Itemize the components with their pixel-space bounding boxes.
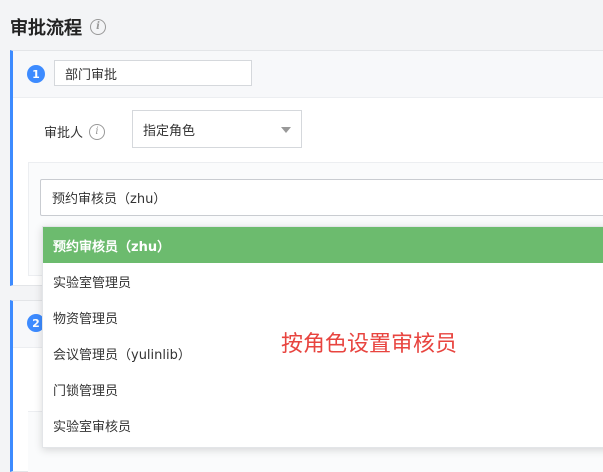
annotation-text: 按角色设置审核员 <box>281 332 458 357</box>
approver-mode-value: 指定角色 <box>143 123 196 139</box>
step-1-header: 1 部门审批 <box>13 51 603 98</box>
approver-mode-select[interactable]: 指定角色 <box>132 110 302 148</box>
dropdown-option[interactable]: 实验室审核员 <box>43 407 603 443</box>
dropdown-option[interactable]: 门锁管理员 <box>43 371 603 407</box>
chevron-down-icon <box>281 127 291 133</box>
step-name-input[interactable]: 部门审批 <box>54 60 252 86</box>
step-number-badge: 1 <box>27 65 45 83</box>
reviewer-select[interactable]: 预约审核员（zhu） <box>40 179 603 216</box>
page-title: 审批流程 i <box>10 14 106 40</box>
dropdown-option[interactable]: 预约审核员（zhu） <box>43 227 603 263</box>
reviewer-selected-value: 预约审核员（zhu） <box>52 192 167 207</box>
dropdown-option[interactable]: 实验室管理员 <box>43 263 603 299</box>
approver-label: 审批人 i <box>44 122 106 141</box>
info-icon[interactable]: i <box>90 19 106 35</box>
page-title-text: 审批流程 <box>10 18 82 39</box>
info-icon[interactable]: i <box>89 123 106 140</box>
approver-label-text: 审批人 <box>44 126 84 141</box>
